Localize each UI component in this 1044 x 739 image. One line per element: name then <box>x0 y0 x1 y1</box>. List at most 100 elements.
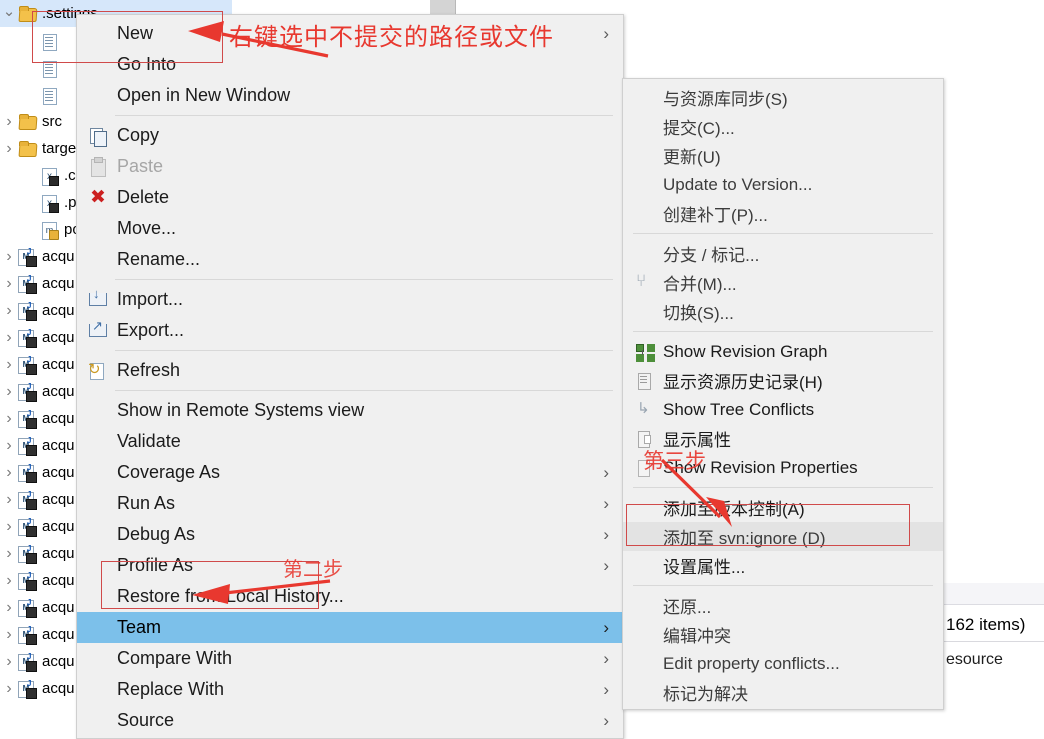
chevron-right-icon: › <box>603 462 609 482</box>
chevron-right-icon[interactable] <box>0 464 18 482</box>
chevron-right-icon[interactable] <box>0 275 18 293</box>
chevron-right-icon[interactable] <box>0 491 18 509</box>
submenu-item-19[interactable]: 标记为解决 <box>623 678 943 707</box>
menu-item-validate[interactable]: Validate <box>77 426 623 457</box>
chevron-right-icon[interactable] <box>0 545 18 563</box>
menu-icon-slot <box>85 493 111 515</box>
menu-item-import[interactable]: Import... <box>77 284 623 315</box>
menu-item-run-as[interactable]: Run As › <box>77 488 623 519</box>
menu-item-replace-with[interactable]: Replace With › <box>77 674 623 705</box>
submenu-item-12[interactable]: Show Revision Properties <box>623 453 943 482</box>
menu-item-refresh[interactable]: Refresh <box>77 355 623 386</box>
submenu-icon-slot <box>629 654 659 674</box>
menu-item-restore-from-local-history[interactable]: Restore from Local History... <box>77 581 623 612</box>
menu-item-new[interactable]: New › <box>77 18 623 49</box>
modified-badge-icon: ✱ <box>29 336 36 346</box>
menu-item-compare-with[interactable]: Compare With › <box>77 643 623 674</box>
menu-icon-slot <box>85 462 111 484</box>
menu-item-label: Source <box>117 710 175 730</box>
chevron-right-icon[interactable] <box>0 437 18 455</box>
menu-item-profile-as[interactable]: Profile As › <box>77 550 623 581</box>
chevron-right-icon[interactable] <box>0 329 18 347</box>
menu-item-paste[interactable]: Paste <box>77 151 623 182</box>
menu-item-label: Validate <box>117 431 181 451</box>
menu-item-delete[interactable]: ✖ Delete <box>77 182 623 213</box>
submenu-item-label: Update to Version... <box>663 174 813 194</box>
modified-badge-icon: ✱ <box>29 660 36 670</box>
menu-item-team[interactable]: Team › <box>77 612 623 643</box>
modified-badge-icon: ✱ <box>29 390 36 400</box>
context-menu[interactable]: New › Go Into Open in New Window Copy Paste ✖ D… <box>76 14 624 739</box>
submenu-item-8[interactable]: Show Revision Graph <box>623 337 943 366</box>
team-submenu[interactable]: 与资源库同步(S) 提交(C)... 更新(U) Update to Version.… <box>622 78 944 710</box>
chevron-down-icon[interactable] <box>0 5 18 23</box>
submenu-item-4[interactable]: 创建补丁(P)... <box>623 199 943 228</box>
submenu-item-15[interactable]: 设置属性... <box>623 551 943 580</box>
submenu-item-6[interactable]: 合并(M)... <box>623 268 943 297</box>
maven-icon: J✱ <box>18 651 38 672</box>
chevron-right-icon[interactable] <box>0 113 18 131</box>
pom-icon <box>40 221 60 240</box>
submenu-item-5[interactable]: 分支 / 标记... <box>623 239 943 268</box>
java-badge-icon: J <box>27 246 32 256</box>
submenu-item-18[interactable]: Edit property conflicts... <box>623 649 943 678</box>
chevron-right-icon[interactable] <box>0 383 18 401</box>
submenu-icon-slot <box>629 556 659 576</box>
file-icon <box>40 86 60 105</box>
menu-separator <box>115 115 613 116</box>
menu-icon-slot <box>85 555 111 577</box>
chevron-right-icon: › <box>603 493 609 513</box>
chevron-right-icon[interactable] <box>0 248 18 266</box>
paste-icon <box>85 156 111 178</box>
submenu-item-3[interactable]: Update to Version... <box>623 170 943 199</box>
submenu-item-17[interactable]: 编辑冲突 <box>623 620 943 649</box>
java-badge-icon: J <box>27 381 32 391</box>
menu-item-show-in-remote-systems-view[interactable]: Show in Remote Systems view <box>77 395 623 426</box>
maven-icon: J✱ <box>18 409 38 429</box>
tree-item-label: acqu <box>42 410 75 427</box>
resource-label: esource <box>946 651 1003 668</box>
chevron-right-icon[interactable] <box>0 626 18 644</box>
chevron-right-icon: › <box>603 555 609 575</box>
submenu-item-label: Edit property conflicts... <box>663 653 840 673</box>
submenu-item-label: 分支 / 标记... <box>663 246 760 265</box>
submenu-item-9[interactable]: 显示资源历史记录(H) <box>623 366 943 395</box>
menu-item-open-in-new-window[interactable]: Open in New Window <box>77 80 623 111</box>
menu-item-source[interactable]: Source › <box>77 705 623 736</box>
menu-item-rename[interactable]: Rename... <box>77 244 623 275</box>
submenu-item-7[interactable]: 切换(S)... <box>623 297 943 326</box>
panel-header-bar <box>942 583 1044 605</box>
submenu-item-label: 编辑冲突 <box>663 627 731 646</box>
submenu-item-0[interactable]: 与资源库同步(S) <box>623 83 943 112</box>
chevron-right-icon[interactable] <box>0 356 18 374</box>
menu-item-debug-as[interactable]: Debug As › <box>77 519 623 550</box>
maven-icon: J✱ <box>18 436 38 456</box>
menu-item-go-into[interactable]: Go Into <box>77 49 623 80</box>
submenu-item-16[interactable]: 还原... <box>623 591 943 620</box>
submenu-item-label: 更新(U) <box>663 148 721 167</box>
menu-icon-slot <box>85 710 111 732</box>
chevron-right-icon[interactable] <box>0 599 18 617</box>
chevron-right-icon[interactable] <box>0 140 18 158</box>
submenu-item-1[interactable]: 提交(C)... <box>623 112 943 141</box>
menu-item-move[interactable]: Move... <box>77 213 623 244</box>
submenu-item-11[interactable]: 显示属性 <box>623 424 943 453</box>
chevron-right-icon[interactable] <box>0 302 18 320</box>
folder-icon <box>18 140 38 158</box>
menu-item-coverage-as[interactable]: Coverage As › <box>77 457 623 488</box>
submenu-item-2[interactable]: 更新(U) <box>623 141 943 170</box>
menu-item-label: Copy <box>117 125 160 145</box>
submenu-item-10[interactable]: Show Tree Conflicts <box>623 395 943 424</box>
chevron-right-icon[interactable] <box>0 410 18 428</box>
menu-item-copy[interactable]: Copy <box>77 120 623 151</box>
modified-badge-icon: ✱ <box>29 633 36 643</box>
submenu-item-14[interactable]: 添加至 svn:ignore (D) <box>623 522 943 551</box>
java-badge-icon: J <box>27 651 32 661</box>
chevron-right-icon[interactable] <box>0 572 18 590</box>
maven-icon: J✱ <box>18 463 38 483</box>
chevron-right-icon[interactable] <box>0 680 18 698</box>
chevron-right-icon[interactable] <box>0 653 18 671</box>
menu-item-export[interactable]: Export... <box>77 315 623 346</box>
submenu-item-13[interactable]: 添加至版本控制(A) <box>623 493 943 522</box>
chevron-right-icon[interactable] <box>0 518 18 536</box>
